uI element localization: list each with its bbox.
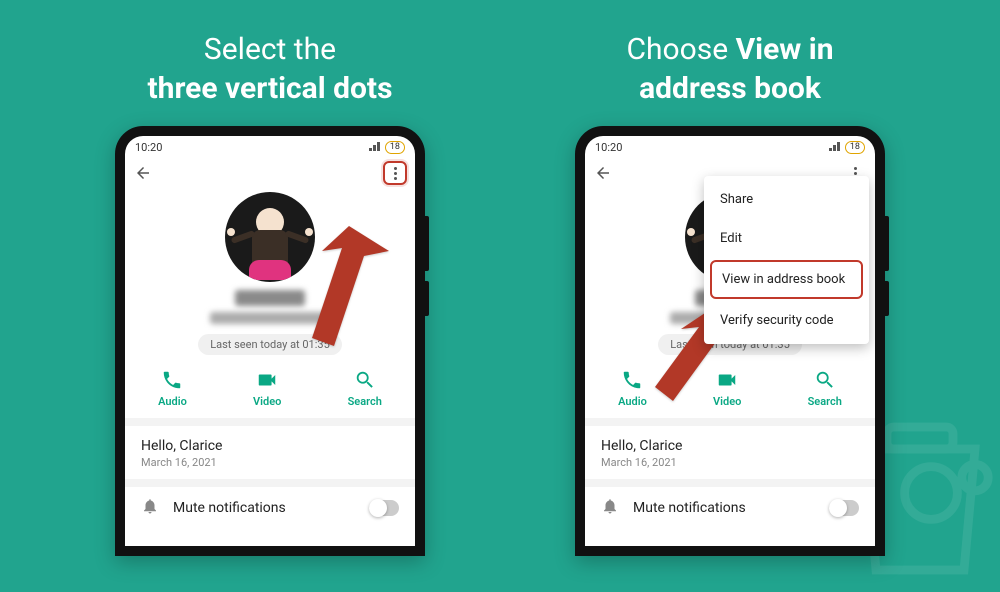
profile-section: Last seen today at 01:35 Audio Video (125, 188, 415, 426)
caption-left-line2: three vertical dots (148, 71, 393, 106)
message-text: Hello, Clarice (141, 438, 399, 454)
signal-icon (829, 141, 841, 154)
search-button[interactable]: Search (348, 369, 382, 408)
signal-icon (369, 141, 381, 154)
back-icon[interactable] (593, 163, 613, 183)
step-left: Select the three vertical dots 10:20 18 (40, 0, 500, 556)
battery-pill: 18 (845, 141, 865, 154)
message-section[interactable]: Hello, Clarice March 16, 2021 (585, 426, 875, 487)
contact-phone (210, 312, 330, 324)
video-call-button[interactable]: Video (253, 369, 281, 408)
menu-share[interactable]: Share (704, 180, 869, 219)
back-icon[interactable] (133, 163, 153, 183)
battery-pill: 18 (385, 141, 405, 154)
bell-icon (141, 497, 159, 519)
audio-call-button[interactable]: Audio (618, 369, 647, 408)
audio-call-button[interactable]: Audio (158, 369, 187, 408)
contact-name (235, 290, 305, 306)
audio-label: Audio (158, 395, 187, 408)
bell-icon (601, 497, 619, 519)
caption-left-line1: Select the (204, 32, 336, 67)
status-time: 10:20 (595, 141, 622, 154)
audio-label: Audio (618, 395, 647, 408)
topbar (125, 158, 415, 188)
last-seen: Last seen today at 01:35 (198, 334, 342, 355)
caption-right-b1: View in (736, 32, 834, 67)
mute-label: Mute notifications (173, 500, 355, 516)
search-label: Search (348, 395, 382, 408)
search-label: Search (808, 395, 842, 408)
phone-frame-left: 10:20 18 (115, 126, 425, 556)
menu-view-in-address-book[interactable]: View in address book (710, 260, 863, 299)
avatar[interactable] (225, 192, 315, 282)
status-time: 10:20 (135, 141, 162, 154)
step-right: Choose View in address book 10:20 18 (500, 0, 960, 556)
message-text: Hello, Clarice (601, 438, 859, 454)
mute-label: Mute notifications (633, 500, 815, 516)
mute-toggle[interactable] (829, 500, 859, 516)
message-section[interactable]: Hello, Clarice March 16, 2021 (125, 426, 415, 487)
message-date: March 16, 2021 (601, 456, 859, 469)
status-right: 18 (829, 141, 865, 154)
screen-right: 10:20 18 (585, 136, 875, 546)
status-bar: 10:20 18 (585, 136, 875, 158)
caption-right: Choose View in address book (626, 30, 833, 108)
contact-actions: Audio Video Search (585, 369, 875, 408)
message-date: March 16, 2021 (141, 456, 399, 469)
kebab-menu-icon[interactable] (383, 161, 407, 185)
phone-frame-right: 10:20 18 (575, 126, 885, 556)
video-label: Video (253, 395, 281, 408)
status-bar: 10:20 18 (125, 136, 415, 158)
mute-row: Mute notifications (125, 487, 415, 529)
contact-actions: Audio Video Search (125, 369, 415, 408)
menu-verify-security-code[interactable]: Verify security code (704, 301, 869, 340)
mute-toggle[interactable] (369, 500, 399, 516)
caption-right-prefix: Choose (626, 32, 735, 67)
status-right: 18 (369, 141, 405, 154)
caption-left: Select the three vertical dots (148, 30, 393, 108)
search-button[interactable]: Search (808, 369, 842, 408)
caption-right-b2: address book (639, 71, 821, 106)
menu-edit[interactable]: Edit (704, 219, 869, 258)
mute-row: Mute notifications (585, 487, 875, 529)
video-label: Video (713, 395, 741, 408)
video-call-button[interactable]: Video (713, 369, 741, 408)
overflow-menu: Share Edit View in address book Verify s… (704, 176, 869, 344)
screen-left: 10:20 18 (125, 136, 415, 546)
